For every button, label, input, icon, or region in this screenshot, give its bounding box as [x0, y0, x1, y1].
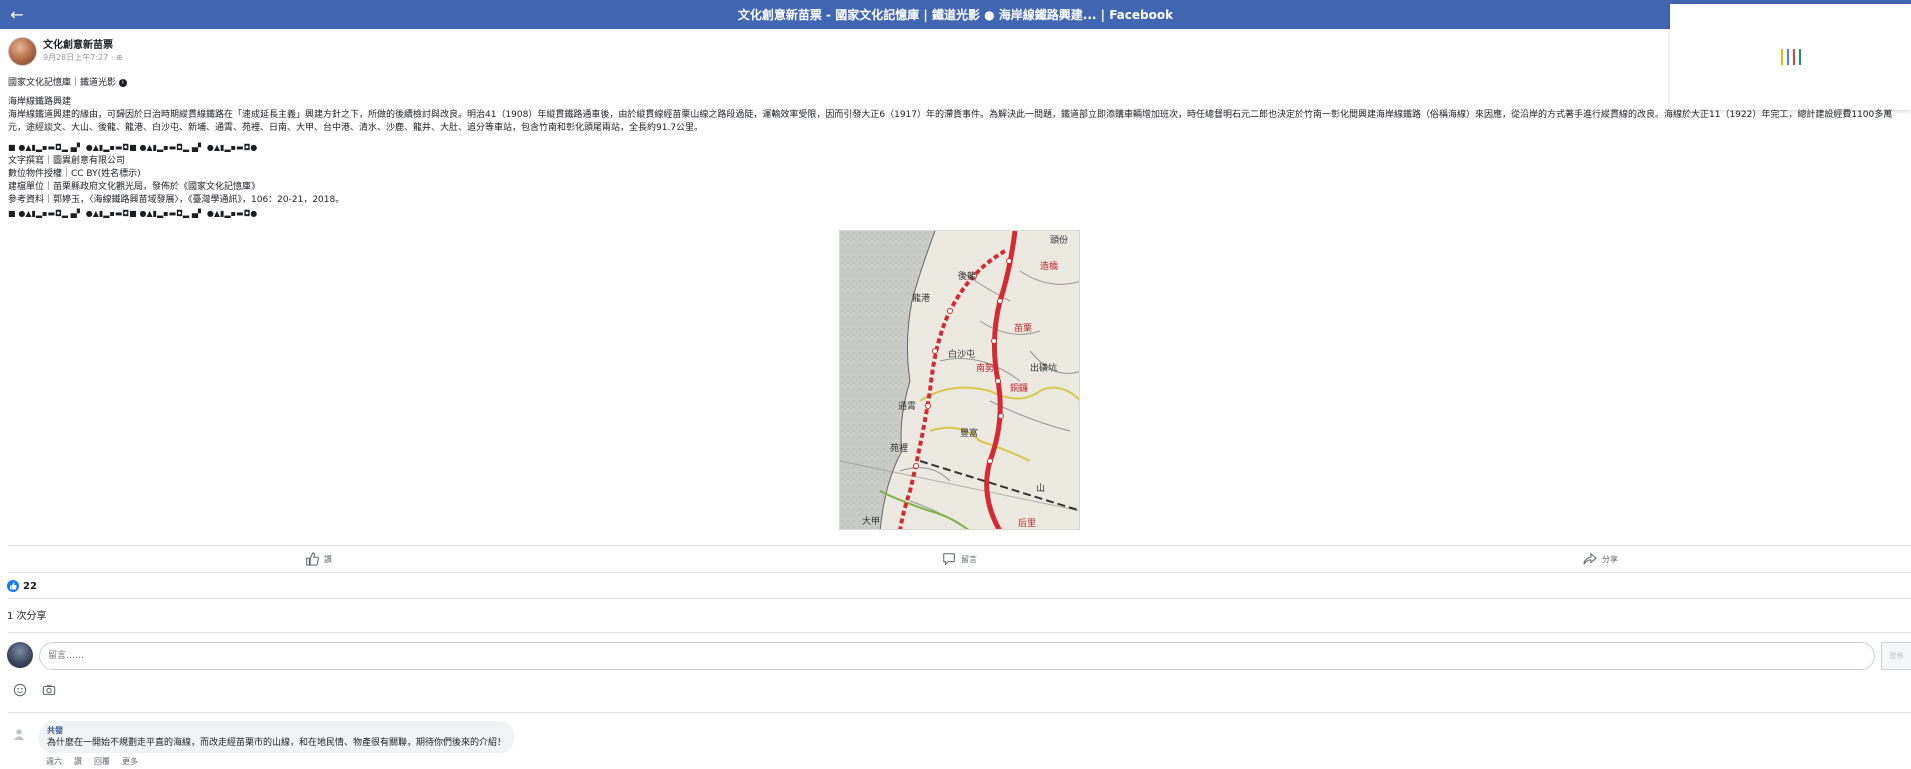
loader-bar	[1792, 49, 1795, 65]
like-label: 讚	[324, 554, 332, 564]
redacted-text: ■ ●▲▮▂▪▬◘▂ ▄▘ ●▲▮▂▪▬◘■ ●▲▮▂▪▬◘▂ ▄▘ ●▲▮▂▪…	[8, 209, 258, 218]
map-label: 苗栗	[1014, 324, 1033, 334]
share-count[interactable]: 1 次分享	[7, 607, 47, 622]
comment-time[interactable]: 週六	[46, 756, 62, 767]
loader-bar	[1780, 49, 1783, 65]
post-meta: 文化創意新苗票 9月28日上午7:27 · ⊕	[43, 40, 123, 64]
page-title: 文化創意新苗票 - 國家文化記憶庫 | 鐵道光影 ● 海岸線鐵路興建... | …	[737, 8, 1174, 22]
page-name-link[interactable]: 文化創意新苗票	[43, 40, 123, 52]
comment-actions: 週六 讚 回覆 更多	[46, 756, 138, 767]
post-subtitle: 海岸線鐵路興建	[8, 97, 72, 107]
map-label: 銅鑼	[1010, 384, 1029, 394]
like-reaction-icon	[7, 580, 19, 592]
divider	[8, 598, 1911, 599]
emoji-icon[interactable]	[12, 682, 28, 698]
comment-text: 為什麼在一開始不規劃走平直的海線，而改走經苗栗市的山線，和在地民情、物產很有關聯…	[47, 738, 507, 748]
like-button[interactable]: 讚	[305, 551, 332, 567]
loader-bar	[1798, 49, 1801, 65]
page-avatar[interactable]	[8, 37, 37, 66]
redacted-text: ■ ●▲▮▂▪▬◘▂ ▄▘ ●▲▮▂▪▬◘■ ●▲▮▂▪▬◘▂ ▄▘ ●▲▮▂▪…	[8, 143, 258, 152]
comment-input[interactable]	[39, 642, 1875, 670]
divider	[8, 545, 1911, 546]
comment-like-link[interactable]: 讚	[74, 756, 82, 767]
like-count: 22	[23, 580, 37, 592]
speech-bubble-icon	[943, 553, 955, 566]
post-headline: 國家文化記憶庫｜鐵道光影 i	[8, 77, 1908, 90]
divider	[8, 632, 1911, 633]
credit-line: 建檔單位｜苗栗縣政府文化觀光局，發佈於《國家文化記憶庫》	[8, 182, 261, 192]
map-labels: 後龍 龍港 苗栗 白沙屯 南勢 銅鑼 通霄 苑裡 造橋 頭份 出磺坑 豐富 后里…	[840, 231, 1079, 529]
comment-bubble: 共發 為什麼在一開始不規劃走平直的海線，而改走經苗栗市的山線，和在地民情、物產很…	[39, 721, 515, 753]
divider	[8, 712, 1911, 713]
thumbs-up-icon	[306, 552, 319, 566]
map-label: 造橋	[1040, 262, 1059, 272]
share-button[interactable]: 分享	[1583, 551, 1618, 567]
map-label: 后里	[1018, 519, 1037, 529]
post-timestamp[interactable]: 9月28日上午7:27 · ⊕	[43, 52, 123, 64]
camera-icon[interactable]	[41, 682, 57, 698]
post-paragraph: 海岸線鐵道興建的緣由，可歸因於日治時期縱貫線鐵路在「速成延長主義」興建方針之下，…	[8, 110, 1893, 133]
user-avatar	[7, 642, 33, 668]
info-icon: i	[118, 78, 127, 87]
credit-line: 參考資料｜郭婷玉，〈海線鐵路興苗域發展〉，《臺灣學通訊》，106：20-21，2…	[8, 195, 345, 205]
map-label: 通霄	[898, 402, 917, 412]
map-label: 山	[1036, 484, 1046, 494]
map-label: 後龍	[958, 272, 977, 282]
map-label: 大甲	[862, 517, 881, 527]
map-label: 豐富	[960, 429, 979, 439]
reaction-summary[interactable]: 22	[7, 580, 37, 592]
comment-button[interactable]: 留言	[942, 551, 977, 567]
map-label: 龍港	[912, 294, 931, 304]
map-label: 南勢	[976, 364, 995, 374]
post-text: 國家文化記憶庫｜鐵道光影 i 海岸線鐵路興建 海岸線鐵道興建的緣由，可歸因於日治…	[8, 77, 1908, 221]
credit-line: 文字撰寫｜圖異創意有限公司	[8, 156, 126, 166]
share-arrow-icon	[1583, 552, 1597, 565]
map-label: 出磺坑	[1030, 364, 1058, 374]
post-photo-railway-map[interactable]: 後龍 龍港 苗栗 白沙屯 南勢 銅鑼 通霄 苑裡 造橋 頭份 出磺坑 豐富 后里…	[839, 230, 1080, 530]
commenter-avatar-icon[interactable]	[10, 725, 28, 743]
comment-label: 留言	[961, 554, 977, 564]
comment-reply-link[interactable]: 回覆	[94, 756, 110, 767]
map-label: 苑裡	[890, 444, 909, 454]
map-label: 白沙屯	[948, 350, 976, 360]
title-bar: ← 文化創意新苗票 - 國家文化記憶庫 | 鐵道光影 ● 海岸線鐵路興建... …	[0, 0, 1911, 29]
share-label: 分享	[1602, 554, 1618, 564]
loader-bar	[1786, 49, 1789, 65]
credit-line: 數位物件授權｜CC BY(姓名標示)	[8, 169, 141, 179]
loading-spinner-icon	[1780, 49, 1801, 65]
post-header: 文化創意新苗票 9月28日上午7:27 · ⊕	[8, 37, 123, 66]
post-comment-button[interactable]: 發佈	[1881, 642, 1911, 670]
back-arrow-icon[interactable]: ←	[6, 4, 28, 26]
map-label: 頭份	[1050, 236, 1069, 246]
comment-author[interactable]: 共發	[47, 724, 506, 737]
divider	[8, 572, 1911, 573]
post-headline-text: 國家文化記憶庫｜鐵道光影	[8, 78, 117, 88]
comment-more-link[interactable]: 更多	[122, 756, 138, 767]
